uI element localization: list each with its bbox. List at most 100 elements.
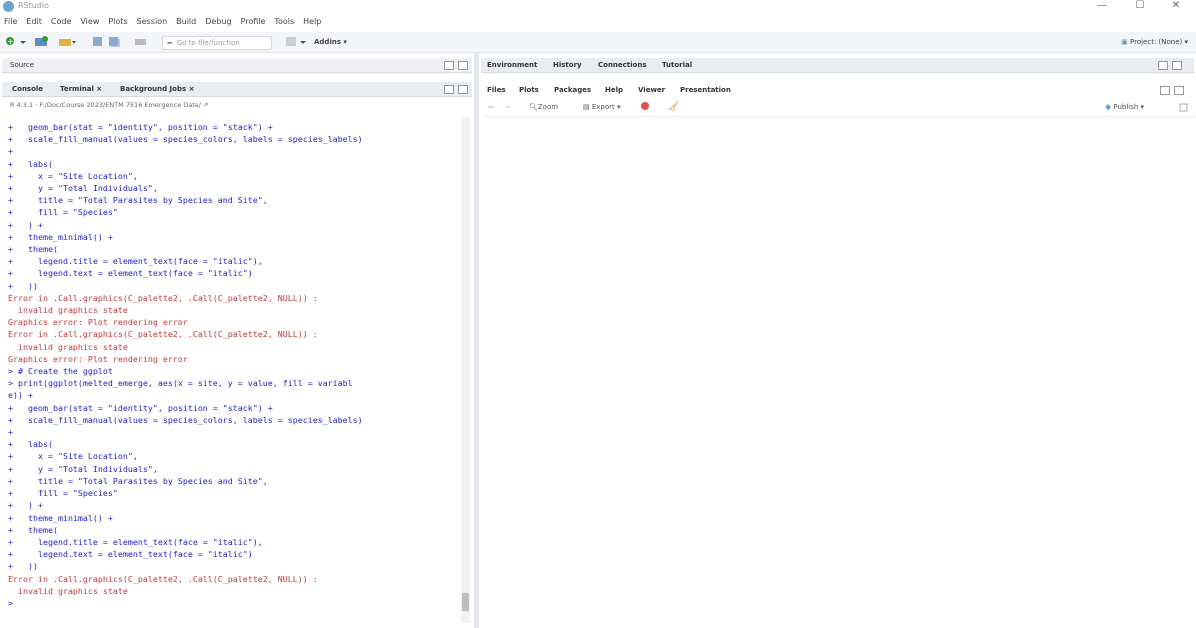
console-error-line: Error in .Call.graphics(C_palette2, .Cal…: [8, 329, 318, 340]
menu-profile[interactable]: Profile: [237, 15, 271, 26]
remove-plot-icon[interactable]: [641, 102, 649, 110]
console-input-line: + labs(: [8, 439, 53, 450]
console-input-line: > # Create the ggplot: [8, 366, 113, 377]
export-button[interactable]: ▤ Export ▾: [583, 103, 621, 111]
tab-tutorial[interactable]: Tutorial: [662, 61, 692, 69]
main-toolbar: + ➦ Go to file/function Addins ▾ ▣ Projec…: [0, 32, 1196, 53]
tab-terminal[interactable]: Terminal ×: [60, 85, 102, 93]
refresh-icon[interactable]: [1179, 103, 1189, 113]
publish-button[interactable]: ◉ Publish ▾: [1105, 103, 1144, 111]
new-file-dropdown-icon[interactable]: [20, 36, 26, 47]
export-icon: ▤: [583, 103, 592, 111]
menu-code[interactable]: Code: [47, 15, 76, 26]
grid-layout-icon[interactable]: [285, 36, 307, 47]
minimize-pane-icon[interactable]: [444, 85, 454, 94]
export-label: Export ▾: [591, 103, 621, 111]
tab-console[interactable]: Console: [12, 85, 43, 93]
console-scrollbar[interactable]: [461, 117, 470, 623]
addins-menu[interactable]: Addins ▾: [314, 38, 347, 46]
maximize-pane-icon[interactable]: [458, 61, 468, 70]
console-working-dir[interactable]: R 4.3.1 · F:/Doc/Course 2023/ENTM 7516 E…: [10, 101, 209, 109]
tab-packages[interactable]: Packages: [554, 86, 591, 94]
menu-tools[interactable]: Tools: [270, 15, 299, 26]
pane-splitter[interactable]: [474, 53, 479, 628]
console-input-line: e)) +: [8, 390, 33, 401]
console-input-line: + theme(: [8, 244, 58, 255]
console-input-line: +: [8, 146, 18, 157]
forward-arrow-icon[interactable]: ⇨: [505, 103, 511, 111]
source-pane: Source: [2, 56, 472, 76]
maximize-pane-icon[interactable]: [1172, 61, 1182, 70]
zoom-icon: 🔍︎: [529, 103, 538, 111]
console-input-line: + )): [8, 280, 38, 291]
open-file-icon[interactable]: [58, 36, 76, 47]
console-output[interactable]: + geom_bar(stat = "identity", position =…: [8, 121, 460, 609]
menu-help[interactable]: Help: [299, 15, 326, 26]
new-file-icon[interactable]: +: [5, 36, 17, 47]
save-icon[interactable]: [92, 36, 104, 47]
menu-view[interactable]: View: [76, 15, 104, 26]
broom-clear-icon[interactable]: 🧹︎: [667, 101, 680, 112]
project-cube-icon: ▣: [1121, 38, 1130, 46]
publish-label: Publish ▾: [1113, 103, 1145, 111]
console-input-line: + title = "Total Parasites by Species an…: [8, 475, 268, 486]
plot-area: [481, 118, 1194, 626]
new-project-icon[interactable]: [34, 36, 50, 47]
console-error-line: Error in .Call.graphics(C_palette2, .Cal…: [8, 573, 318, 584]
menu-build[interactable]: Build: [172, 15, 201, 26]
console-error-line: invalid graphics state: [8, 305, 128, 316]
tab-presentation[interactable]: Presentation: [680, 86, 731, 94]
environment-tab-bar: Environment History Connections Tutorial: [481, 58, 1194, 73]
minimize-button[interactable]: —: [1092, 0, 1112, 11]
console-error-line: Graphics error: Plot rendering error: [8, 353, 188, 364]
tab-files[interactable]: Files: [487, 86, 506, 94]
menu-edit[interactable]: Edit: [22, 15, 47, 26]
console-input-line: + theme_minimal() +: [8, 512, 113, 523]
maximize-pane-icon[interactable]: [458, 85, 468, 94]
tab-connections[interactable]: Connections: [598, 61, 647, 69]
console-error-line: Graphics error: Plot rendering error: [8, 317, 188, 328]
minimize-pane-icon[interactable]: [444, 61, 454, 70]
console-input-line: + legend.text = element_text(face = "ita…: [8, 549, 253, 560]
goto-placeholder: Go to file/function: [176, 39, 240, 47]
console-input-line: + theme(: [8, 524, 58, 535]
console-input-line: + scale_fill_manual(values = species_col…: [8, 414, 363, 425]
console-input-line: + legend.title = element_text(face = "it…: [8, 536, 263, 547]
back-arrow-icon[interactable]: ⇦: [488, 103, 494, 111]
goto-file-input[interactable]: ➦ Go to file/function: [162, 36, 272, 50]
print-icon[interactable]: [134, 36, 148, 47]
console-input-line: + scale_fill_manual(values = species_col…: [8, 134, 363, 145]
console-input-line: > print(ggplot(melted_emerge, aes(x = si…: [8, 378, 353, 389]
console-input-line: +: [8, 427, 18, 438]
zoom-label: Zoom: [537, 103, 559, 111]
menu-plots[interactable]: Plots: [104, 15, 132, 26]
console-input-line: + ) +: [8, 219, 43, 230]
maximize-pane-icon[interactable]: [1174, 86, 1184, 95]
project-label: Project: (None) ▾: [1130, 38, 1188, 46]
project-menu[interactable]: ▣ Project: (None) ▾: [1121, 38, 1188, 46]
close-button[interactable]: ✕: [1166, 0, 1186, 11]
console-tab-bar: Console Terminal × Background Jobs ×: [2, 82, 472, 97]
scrollbar-thumb[interactable]: [462, 593, 469, 611]
tab-history[interactable]: History: [553, 61, 582, 69]
tab-viewer[interactable]: Viewer: [638, 86, 665, 94]
files-tab-bar: Files Plots Packages Help Viewer Present…: [483, 84, 1195, 97]
console-input-line: + x = "Site Location",: [8, 451, 138, 462]
tab-help[interactable]: Help: [605, 86, 623, 94]
tab-background-jobs[interactable]: Background Jobs ×: [120, 85, 194, 93]
tab-environment[interactable]: Environment: [487, 61, 537, 69]
environment-pane: Environment History Connections Tutorial: [481, 56, 1194, 76]
minimize-pane-icon[interactable]: [1158, 61, 1168, 70]
save-all-icon[interactable]: [108, 36, 120, 47]
console-input-line: + fill = "Species": [8, 207, 118, 218]
menu-session[interactable]: Session: [133, 15, 173, 26]
menu-file[interactable]: File: [0, 15, 22, 26]
menu-debug[interactable]: Debug: [201, 15, 236, 26]
tab-plots[interactable]: Plots: [519, 86, 539, 94]
minimize-pane-icon[interactable]: [1160, 86, 1170, 95]
source-header: Source: [2, 58, 472, 73]
zoom-button[interactable]: 🔍︎Zoom: [529, 103, 558, 111]
console-input-line: + fill = "Species": [8, 488, 118, 499]
console-input-line: + y = "Total Individuals",: [8, 463, 158, 474]
maximize-button[interactable]: ☐: [1130, 0, 1150, 11]
